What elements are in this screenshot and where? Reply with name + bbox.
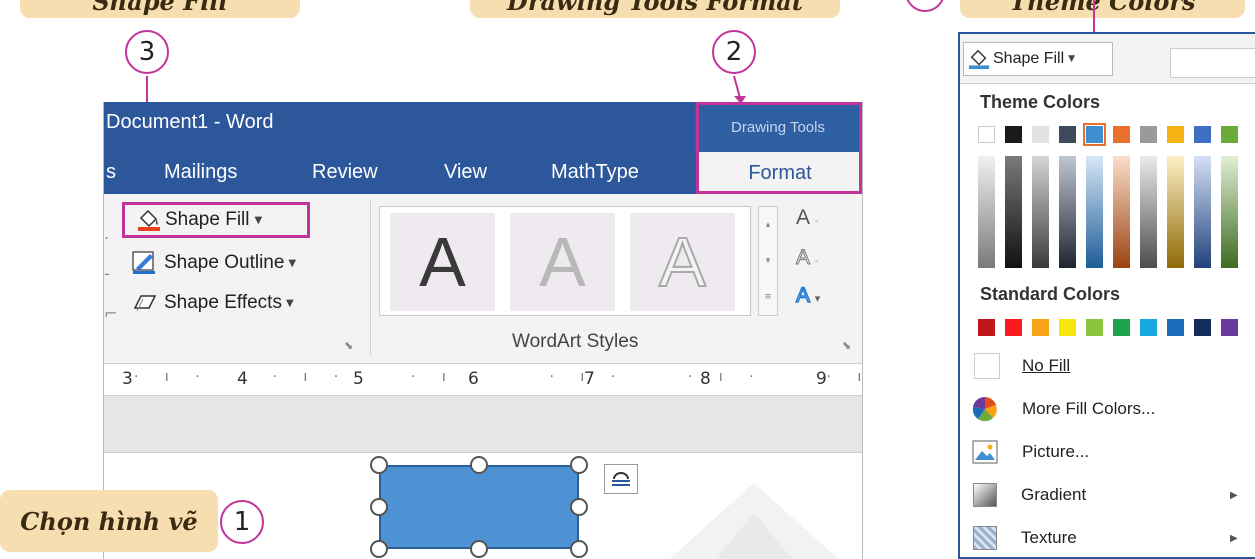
document-background [104, 396, 862, 452]
color-swatch[interactable] [1167, 126, 1184, 143]
shape-outline-label: Shape Outline [164, 252, 285, 273]
chevron-right-icon: ▶ [1230, 489, 1238, 501]
resize-handle[interactable] [370, 456, 388, 474]
tab-review[interactable]: Review [312, 161, 378, 184]
text-fill-button[interactable]: A - [796, 206, 818, 230]
color-swatch[interactable] [1194, 319, 1211, 336]
color-swatch[interactable] [1221, 319, 1238, 336]
theme-colors-shades[interactable] [978, 156, 1255, 268]
tab-view[interactable]: View [444, 161, 487, 184]
color-swatch[interactable] [1140, 126, 1157, 143]
shape-fill-button[interactable]: Shape Fill ▼ [122, 202, 310, 238]
resize-handle[interactable] [570, 540, 588, 558]
text-effects-button[interactable]: A ▾ [795, 283, 820, 308]
menu-item-gradient[interactable]: Gradient ▶ [960, 475, 1255, 515]
resize-handle[interactable] [570, 498, 588, 516]
chevron-down-icon: ▼ [254, 214, 263, 226]
step-1-marker: 1 [220, 500, 264, 544]
gradient-label: Gradient [1021, 485, 1087, 504]
ribbon-left-edge: . - ⌐ [104, 224, 118, 323]
color-swatch[interactable] [1005, 319, 1022, 336]
color-swatch[interactable] [1059, 126, 1076, 143]
standard-colors-heading: Standard Colors [980, 284, 1121, 304]
shape-fill-label: Shape Fill [165, 209, 250, 230]
tab-mathtype[interactable]: MathType [551, 161, 639, 184]
shape-outline-button[interactable]: Shape Outline ▼ [132, 246, 372, 280]
group-divider [370, 200, 371, 355]
wordart-group-label: WordArt Styles [512, 331, 639, 352]
wordart-gallery: A A A [379, 206, 751, 316]
color-swatch[interactable] [1032, 319, 1049, 336]
texture-icon [973, 526, 997, 550]
text-outline-button[interactable]: A - [795, 246, 818, 270]
texture-label: Texture [1021, 528, 1077, 547]
color-swatch[interactable] [1086, 319, 1103, 336]
shape-fill-dropdown-button[interactable]: Shape Fill ▼ [963, 42, 1113, 76]
no-fill-icon [974, 353, 1000, 379]
menu-item-no-fill[interactable]: No Fill [960, 346, 1255, 386]
color-swatch[interactable] [1167, 319, 1184, 336]
wordart-style-3[interactable]: A [630, 213, 735, 311]
resize-handle[interactable] [470, 456, 488, 474]
ribbon-body: . - ⌐ Shape Fill ▼ Shape Outline ▼ Shape… [104, 194, 862, 364]
color-swatch[interactable] [978, 319, 995, 336]
theme-colors-row [978, 123, 1255, 146]
dropdown-adjacent-field [1170, 48, 1255, 78]
theme-colors-heading: Theme Colors [980, 92, 1101, 112]
color-swatch[interactable] [1005, 126, 1022, 143]
more-fill-colors-label: More Fill Colors... [1022, 399, 1156, 418]
dropdown-toolbar: Shape Fill ▼ [960, 34, 1255, 84]
color-swatch[interactable] [978, 126, 995, 143]
window-title: Document1 - Word [106, 111, 274, 133]
gradient-icon [973, 483, 997, 507]
menu-item-picture[interactable]: Picture... [960, 432, 1255, 472]
callout-select-shape: Chọn hình vẽ [0, 490, 218, 552]
dialog-launcher-icon[interactable]: ⬊ [842, 339, 851, 352]
chevron-down-icon: ▼ [285, 297, 294, 309]
resize-handle[interactable] [570, 456, 588, 474]
no-fill-label: No Fill [1022, 356, 1071, 375]
color-swatch[interactable] [1140, 319, 1157, 336]
wordart-style-1[interactable]: A [390, 213, 495, 311]
ruler-ticks: · ı · · ı · · ı · · ı · · ı · · ı · · [134, 369, 862, 385]
wordart-style-2[interactable]: A [510, 213, 615, 311]
color-swatch[interactable] [1059, 319, 1076, 336]
resize-handle[interactable] [370, 498, 388, 516]
menu-item-texture[interactable]: Texture ▶ [960, 518, 1255, 557]
dialog-launcher-icon[interactable]: ⬊ [344, 339, 353, 352]
shape-fill-dropdown: Shape Fill ▼ Theme Colors Standard Color… [958, 32, 1255, 559]
menu-item-more-fill-colors[interactable]: More Fill Colors... [960, 389, 1255, 429]
chevron-down-icon: ▼ [288, 257, 297, 269]
tab-partial[interactable]: s [106, 161, 116, 184]
word-window: Document1 - Word Drawing Tools s Mailing… [103, 102, 863, 559]
resize-handle[interactable] [470, 540, 488, 558]
color-swatch[interactable] [1032, 126, 1049, 143]
resize-handle[interactable] [370, 540, 388, 558]
page-watermark [669, 483, 839, 559]
shape-effects-icon [133, 295, 157, 312]
color-wheel-icon [972, 396, 997, 422]
layout-options-icon[interactable] [604, 464, 638, 494]
standard-colors-row [978, 319, 1255, 339]
chevron-right-icon: ▶ [1230, 532, 1238, 544]
tab-mailings[interactable]: Mailings [164, 161, 237, 184]
picture-icon [972, 440, 998, 464]
gallery-scrollbar[interactable]: ▴ ▾ ≡ [758, 206, 778, 316]
shape-effects-label: Shape Effects [164, 292, 282, 313]
shape-fill-button-label: Shape Fill [993, 50, 1065, 67]
color-swatch[interactable] [1221, 126, 1238, 143]
paint-bucket-icon [968, 49, 990, 70]
color-swatch[interactable] [1113, 319, 1130, 336]
chevron-down-icon: ▼ [1068, 54, 1076, 64]
color-swatch-selected[interactable] [1083, 123, 1106, 146]
picture-label: Picture... [1022, 442, 1090, 461]
highlight-format [696, 102, 862, 194]
pen-icon [132, 251, 155, 274]
paint-bucket-icon [138, 209, 160, 231]
color-swatch[interactable] [1113, 126, 1130, 143]
color-swatch[interactable] [1194, 126, 1211, 143]
shape-effects-button[interactable]: Shape Effects ▼ [132, 286, 372, 320]
selected-rectangle-shape[interactable] [379, 465, 579, 549]
horizontal-ruler: 3 4 5 6 7 8 9 · ı · · ı · · ı · · ı · · … [104, 364, 862, 396]
